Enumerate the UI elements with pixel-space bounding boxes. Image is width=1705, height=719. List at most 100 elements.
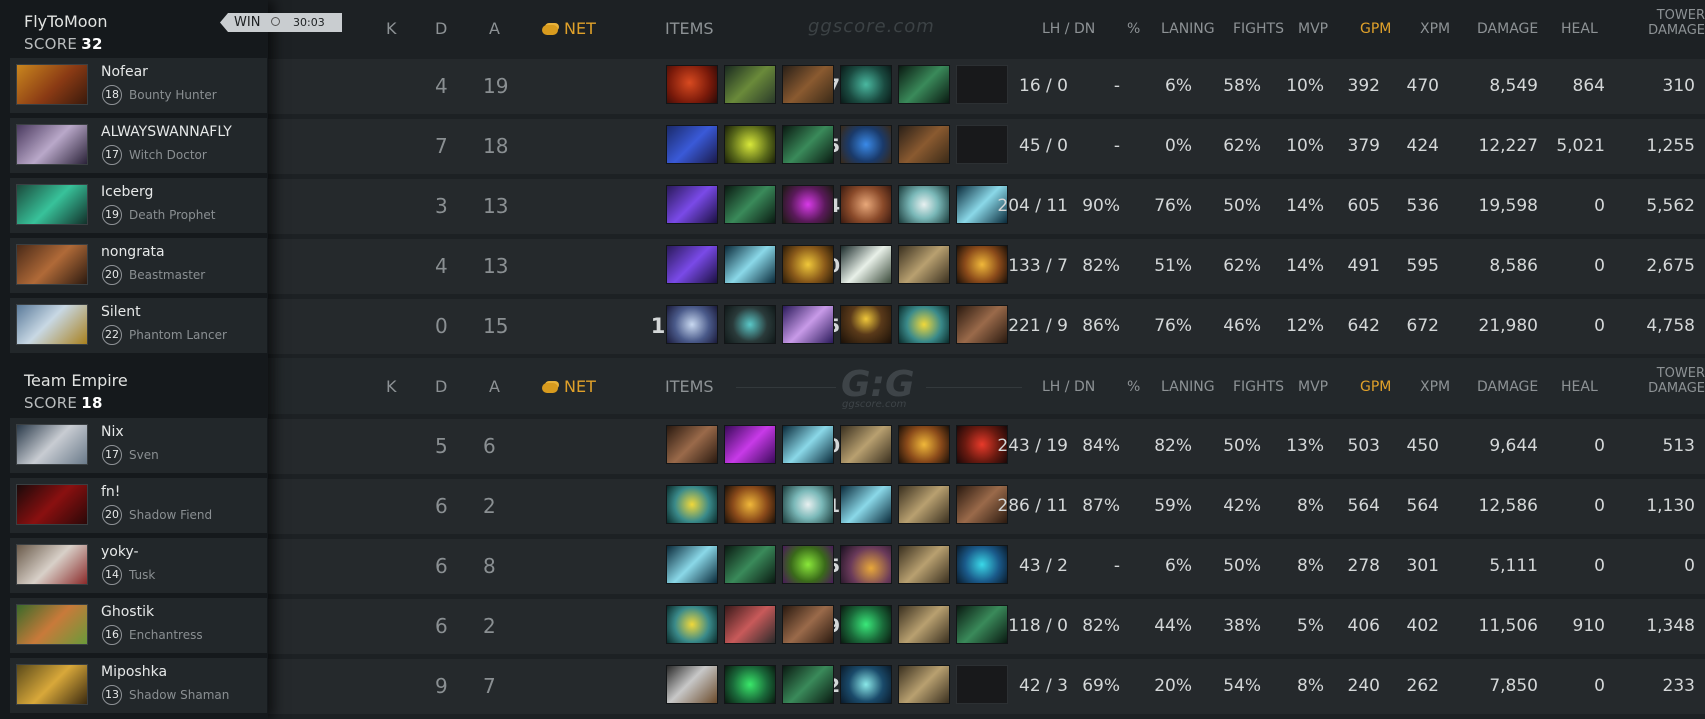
player-card[interactable]: yoky- 14 Tusk	[10, 538, 267, 593]
header-mvp: MVP	[1298, 379, 1329, 395]
table-row[interactable]: 7 6 2 9,112 118 / 0 82% 44% 38% 5% 406 4…	[268, 599, 1705, 654]
item-slot[interactable]	[898, 245, 950, 284]
item-slot[interactable]	[782, 185, 834, 224]
hero-name: Tusk	[129, 568, 156, 582]
item-slot[interactable]	[898, 425, 950, 464]
deaths: 3	[435, 194, 448, 218]
item-slot[interactable]	[840, 185, 892, 224]
item-slot[interactable]	[840, 305, 892, 344]
mvp: 5%	[1297, 616, 1324, 636]
damage: 11,506	[1478, 616, 1538, 636]
item-slot[interactable]	[666, 185, 718, 224]
item-slot[interactable]	[724, 665, 776, 704]
deaths: 5	[435, 434, 448, 458]
item-slot[interactable]	[666, 305, 718, 344]
heal: 5,021	[1556, 136, 1605, 156]
player-name: Iceberg	[101, 184, 154, 200]
item-slot[interactable]	[782, 665, 834, 704]
gpm: 406	[1347, 616, 1380, 636]
item-slot[interactable]	[782, 245, 834, 284]
item-slot[interactable]	[666, 65, 718, 104]
item-slot[interactable]	[782, 425, 834, 464]
item-slot[interactable]	[840, 605, 892, 644]
table-row[interactable]: 5 4 19 7,253 16 / 0 - 6% 58% 10% 392 470…	[268, 59, 1705, 114]
item-slot[interactable]	[724, 605, 776, 644]
table-row[interactable]: 6 6 2 11,787 286 / 11 87% 59% 42% 8% 564…	[268, 479, 1705, 534]
item-slot[interactable]	[956, 605, 1008, 644]
header-pct: %	[1127, 21, 1141, 37]
player-card[interactable]: Nix 17 Sven	[10, 418, 267, 473]
player-card[interactable]: nongrata 20 Beastmaster	[10, 238, 267, 293]
item-slot-empty[interactable]	[956, 65, 1008, 104]
item-slot[interactable]	[782, 65, 834, 104]
item-slot[interactable]	[666, 425, 718, 464]
player-card[interactable]: Nofear 18 Bounty Hunter	[10, 58, 267, 113]
item-slot[interactable]	[840, 485, 892, 524]
heal: 0	[1594, 316, 1605, 336]
clock-icon	[271, 17, 280, 26]
item-slot[interactable]	[898, 305, 950, 344]
item-slot[interactable]	[956, 545, 1008, 584]
item-slot[interactable]	[782, 125, 834, 164]
hero-portrait	[16, 304, 88, 345]
item-slot[interactable]	[724, 65, 776, 104]
item-slot[interactable]	[898, 65, 950, 104]
item-slot[interactable]	[724, 245, 776, 284]
item-slot-empty[interactable]	[956, 665, 1008, 704]
item-slot[interactable]	[898, 125, 950, 164]
player-card[interactable]: Iceberg 19 Death Prophet	[10, 178, 267, 233]
damage: 5,111	[1489, 556, 1538, 576]
table-row[interactable]: 4 7 18 5,528 45 / 0 - 0% 62% 10% 379 424…	[268, 119, 1705, 174]
item-slot[interactable]	[724, 545, 776, 584]
item-slot[interactable]	[666, 485, 718, 524]
item-slot[interactable]	[666, 545, 718, 584]
item-slot[interactable]	[666, 665, 718, 704]
table-row[interactable]: 10 0 15 15,584 221 / 9 86% 76% 46% 12% 6…	[268, 299, 1705, 354]
item-slot[interactable]	[666, 125, 718, 164]
header-xpm: XPM	[1420, 21, 1451, 37]
hero-level: 17	[102, 445, 122, 465]
item-slot[interactable]	[840, 65, 892, 104]
item-slot[interactable]	[898, 665, 950, 704]
player-card[interactable]: fn! 20 Shadow Fiend	[10, 478, 267, 533]
item-slot[interactable]	[724, 125, 776, 164]
item-slot[interactable]	[782, 305, 834, 344]
item-slot[interactable]	[898, 545, 950, 584]
header-mvp: MVP	[1298, 21, 1329, 37]
item-slot[interactable]	[782, 485, 834, 524]
item-slot[interactable]	[898, 605, 950, 644]
table-row[interactable]: 1 6 8 5,722 43 / 2 - 6% 50% 8% 278 301 5…	[268, 539, 1705, 594]
item-slot[interactable]	[724, 185, 776, 224]
item-slot[interactable]	[666, 245, 718, 284]
item-slot[interactable]	[956, 245, 1008, 284]
table-row[interactable]: 8 3 13 14,127 204 / 11 90% 76% 50% 14% 6…	[268, 179, 1705, 234]
item-slot[interactable]	[724, 305, 776, 344]
player-card[interactable]: ALWAYSWANNAFLY 17 Witch Doctor	[10, 118, 267, 173]
player-card[interactable]: Miposhka 13 Shadow Shaman	[10, 658, 267, 713]
player-card[interactable]: Ghostik 16 Enchantress	[10, 598, 267, 653]
item-slot[interactable]	[840, 245, 892, 284]
mvp: 13%	[1286, 436, 1324, 456]
item-slot-empty[interactable]	[956, 125, 1008, 164]
item-slot[interactable]	[956, 305, 1008, 344]
item-slot[interactable]	[782, 545, 834, 584]
item-slot[interactable]	[898, 485, 950, 524]
item-slot[interactable]	[666, 605, 718, 644]
player-card[interactable]: Silent 22 Phantom Lancer	[10, 298, 267, 353]
table-row[interactable]: 5 4 13 10,393 133 / 7 82% 51% 62% 14% 49…	[268, 239, 1705, 294]
header-d: D	[435, 377, 448, 396]
item-slot[interactable]	[840, 545, 892, 584]
hero-name: Bounty Hunter	[129, 88, 217, 102]
item-slot[interactable]	[840, 125, 892, 164]
gold-coin-icon	[542, 382, 558, 393]
xpm: 564	[1406, 496, 1439, 516]
table-row[interactable]: 1 9 7 2,594 42 / 3 69% 20% 54% 8% 240 26…	[268, 659, 1705, 714]
item-slot[interactable]	[782, 605, 834, 644]
item-slot[interactable]	[840, 665, 892, 704]
item-slot[interactable]	[724, 425, 776, 464]
item-slot[interactable]	[724, 485, 776, 524]
item-slot[interactable]	[840, 425, 892, 464]
table-row[interactable]: 3 5 6 10,730 243 / 19 84% 82% 50% 13% 50…	[268, 419, 1705, 474]
laning: 0%	[1165, 136, 1192, 156]
item-slot[interactable]	[898, 185, 950, 224]
